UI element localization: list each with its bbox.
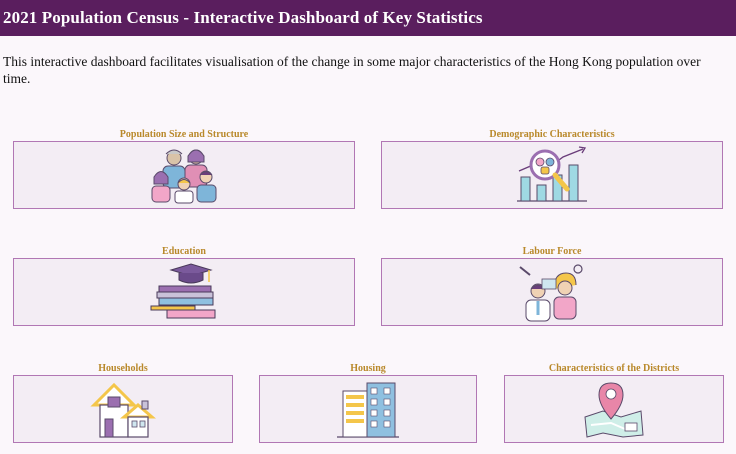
- card-characteristics-districts[interactable]: [504, 375, 724, 443]
- card-population-size-structure[interactable]: [13, 141, 355, 209]
- page-title: 2021 Population Census - Interactive Das…: [3, 8, 483, 27]
- intro-text: This interactive dashboard facilitates v…: [3, 54, 701, 86]
- card-labour-force[interactable]: [381, 258, 723, 326]
- graduation-books-icon: [150, 263, 216, 319]
- map-pin-icon: [584, 382, 644, 438]
- card-title-districts: Characteristics of the Districts: [548, 363, 680, 374]
- family-icon: [151, 149, 217, 204]
- header-bar: 2021 Population Census - Interactive Das…: [0, 0, 736, 36]
- card-title-population: Population Size and Structure: [119, 129, 249, 140]
- card-demographic-characteristics[interactable]: [381, 141, 723, 209]
- card-title-housing: Housing: [350, 363, 386, 374]
- magnifier-chart-icon: [517, 146, 587, 202]
- card-households[interactable]: [13, 375, 233, 443]
- houses-icon: [90, 382, 156, 438]
- card-title-households: Households: [98, 363, 148, 374]
- card-housing[interactable]: [259, 375, 477, 443]
- card-title-labour: Labour Force: [522, 246, 582, 257]
- card-title-education: Education: [162, 246, 206, 257]
- workers-icon: [519, 264, 583, 322]
- building-icon: [337, 382, 399, 438]
- card-title-demographic: Demographic Characteristics: [489, 129, 615, 140]
- card-education[interactable]: [13, 258, 355, 326]
